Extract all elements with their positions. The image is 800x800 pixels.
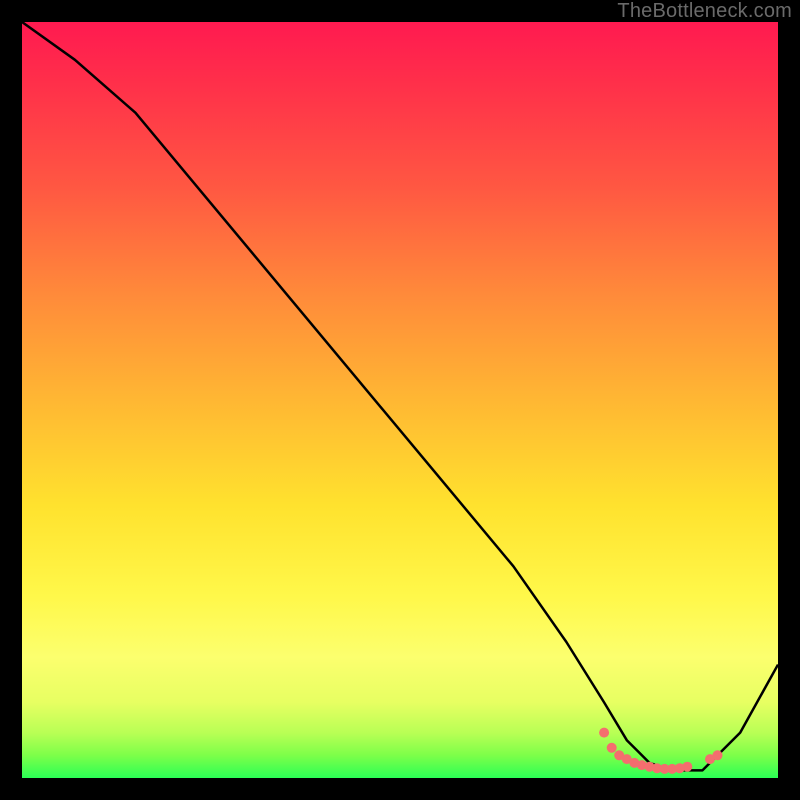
marker-dot xyxy=(607,743,617,753)
curve-path xyxy=(22,22,778,770)
marker-dot xyxy=(713,750,723,760)
marker-dot xyxy=(682,762,692,772)
plot-area xyxy=(22,22,778,778)
watermark-text: TheBottleneck.com xyxy=(617,0,792,23)
marker-dot xyxy=(599,728,609,738)
marker-dots xyxy=(599,728,722,774)
curve-layer xyxy=(22,22,778,778)
chart-container: TheBottleneck.com xyxy=(0,0,800,800)
bottleneck-curve xyxy=(22,22,778,770)
